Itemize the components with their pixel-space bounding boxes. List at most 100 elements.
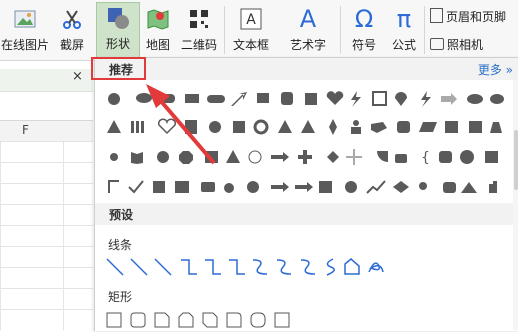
shape-circle-outline <box>248 150 262 164</box>
document-tab-strip: × <box>0 69 93 92</box>
shape-square <box>233 121 245 133</box>
shape-pin <box>395 92 407 106</box>
shape-moneybag <box>490 122 502 133</box>
shape-rect-3 <box>469 121 482 133</box>
column-header[interactable]: F <box>0 120 93 142</box>
shape-speech-oval <box>136 93 152 103</box>
shape-octagon <box>179 151 193 164</box>
header-footer-button[interactable]: 页眉和页脚 <box>430 8 506 25</box>
textbox-icon: A <box>240 8 262 30</box>
shape-ring <box>253 119 269 135</box>
shape-frame <box>372 91 387 106</box>
shape-cross <box>346 149 362 165</box>
shape-arrow <box>271 152 289 162</box>
shape-bars-3 <box>141 121 144 133</box>
shape-brace: { <box>421 150 430 166</box>
svg-text:A: A <box>246 12 256 28</box>
shape-rounded-rect-2 <box>439 151 452 163</box>
shape-rounded-square <box>281 92 293 105</box>
textbox-button[interactable]: A 文本框 <box>228 4 274 53</box>
shape-diamond-2 <box>393 181 409 193</box>
screenshot-button[interactable]: 截屏 <box>52 4 92 53</box>
map-button[interactable]: 地图 <box>142 4 174 53</box>
shape-snip-rect <box>154 312 170 328</box>
shape-elbow <box>181 259 197 275</box>
wordart-button[interactable]: A 艺术字 <box>280 4 336 53</box>
shape-money <box>224 183 234 193</box>
shape-team <box>247 181 259 193</box>
shape-dot <box>345 181 357 193</box>
shape-add-user <box>419 182 427 190</box>
shape-heart-outline <box>157 118 177 135</box>
shape-map <box>371 122 387 133</box>
shape-circle <box>157 151 169 163</box>
shape-bars-2 <box>136 121 139 133</box>
panel-scrollbar[interactable] <box>513 80 518 330</box>
camera-button[interactable]: 照相机 <box>430 36 483 53</box>
shape-right-arrow <box>441 93 457 105</box>
recommended-shapes-row-4 <box>108 180 497 194</box>
shape-rect-4 <box>485 151 498 163</box>
shape-triangle-2 <box>278 120 292 133</box>
shape-diamond-star <box>329 119 337 135</box>
shape-pie <box>377 151 388 162</box>
close-icon[interactable]: × <box>72 69 83 84</box>
shape-line-arrow <box>130 258 148 276</box>
rectangle-shapes-row <box>106 312 290 328</box>
shape-pill <box>207 95 225 103</box>
shapes-icon <box>108 8 129 29</box>
scrollbar-thumb[interactable] <box>514 130 518 190</box>
qrcode-button[interactable]: 二维码 <box>178 4 220 53</box>
scissors-icon <box>63 10 81 29</box>
shapes-button[interactable]: 形状 <box>96 2 140 58</box>
shape-bars <box>131 121 134 133</box>
shapes-panel: 推荐 更多 » {预设 线条 矩形 <box>91 57 518 331</box>
shape-rounded-bar <box>161 94 175 103</box>
column-header-label: F <box>22 123 29 137</box>
shape-rounded-rect-3 <box>443 182 456 193</box>
shape-line-double-arrow <box>154 258 172 276</box>
shape-corner <box>108 180 119 193</box>
recommended-shapes-row-3: { <box>110 149 498 166</box>
qrcode-icon <box>190 10 208 28</box>
shape-elbow-double <box>229 259 245 275</box>
map-icon <box>147 9 169 30</box>
recommended-shapes-row-2 <box>107 118 502 135</box>
cell-grid[interactable] <box>0 141 93 330</box>
ribbon-separator <box>224 6 225 54</box>
shape-triangle-3 <box>301 120 315 133</box>
shape-plus <box>298 150 312 164</box>
shape-parallelogram <box>419 122 437 132</box>
shape-rectangle <box>305 93 317 105</box>
symbol-button[interactable]: Ω 符号 <box>344 4 384 53</box>
shape-document <box>185 120 197 134</box>
shape-diamond <box>327 151 339 163</box>
online-image-button[interactable]: 在线图片 <box>0 4 50 53</box>
shape-mountain <box>461 182 477 193</box>
shape-elbow-arrow <box>205 259 221 275</box>
shape-round-snip <box>226 312 242 328</box>
shape-rect <box>185 94 199 103</box>
shape-rect-outline <box>106 312 122 328</box>
omega-icon: Ω <box>354 5 374 33</box>
lines-label: 线条 <box>108 238 133 252</box>
shape-snip-rect-3 <box>202 312 218 328</box>
shape-heart <box>326 91 344 105</box>
image-icon <box>14 10 36 28</box>
ribbon-separator <box>424 6 425 54</box>
shape-line-chart <box>366 180 386 194</box>
shape-chart <box>175 181 189 193</box>
shape-rounded-rect-outline-2 <box>250 312 266 328</box>
wordart-icon: A <box>299 5 317 33</box>
shape-book <box>131 152 143 164</box>
shape-triangle <box>107 120 121 133</box>
more-link[interactable]: 更多 » <box>478 61 513 78</box>
shape-oval <box>108 93 120 105</box>
shape-ellipse <box>467 94 483 104</box>
recommended-section-header: 推荐 更多 » <box>91 57 518 80</box>
shape-snip-rect-2 <box>178 312 194 328</box>
shape-callout <box>257 93 269 103</box>
shape-person-body <box>351 127 361 134</box>
shape-arrow-3 <box>295 182 313 192</box>
formula-button[interactable]: π 公式 <box>388 4 420 53</box>
